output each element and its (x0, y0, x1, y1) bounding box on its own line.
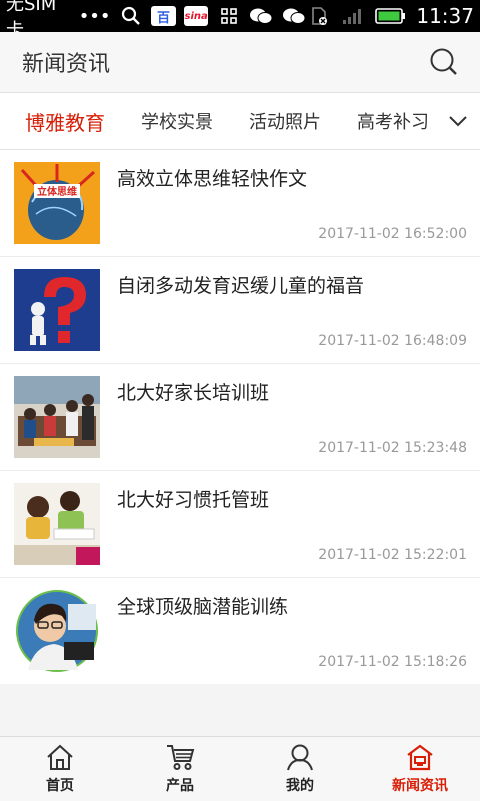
nav-products-label: 产品 (166, 778, 194, 794)
news-list: 立体思维 高效立体思维轻快作文 2017-11-02 16:52:00 自闭多动… (0, 150, 480, 684)
news-thumbnail (14, 269, 100, 351)
news-date: 2017-11-02 15:22:01 (318, 547, 467, 563)
search-button[interactable] (428, 46, 460, 78)
sina-app-icon: sina (183, 6, 209, 26)
nav-mine[interactable]: 我的 (240, 737, 360, 801)
nav-home-label: 首页 (46, 778, 74, 794)
news-title: 全球顶级脑潜能训练 (117, 596, 289, 618)
news-date: 2017-11-02 15:18:26 (318, 654, 467, 670)
nav-home[interactable]: 首页 (0, 737, 120, 801)
news-title: 北大好习惯托管班 (117, 489, 270, 511)
news-thumbnail: 立体思维 (14, 162, 100, 244)
news-item[interactable]: 全球顶级脑潜能训练 2017-11-02 15:18:26 (0, 578, 480, 684)
news-title: 自闭多动发育迟缓儿童的福音 (117, 275, 365, 297)
clock-label: 11:37 (416, 4, 474, 28)
baidu-app-icon: 百 (151, 6, 176, 26)
news-date: 2017-11-02 16:52:00 (318, 226, 467, 242)
page-title: 新闻资讯 (22, 52, 111, 77)
news-thumbnail (14, 483, 100, 565)
news-item[interactable]: 北大好家长培训班 2017-11-02 15:23:48 (0, 364, 480, 471)
chevron-down-icon (449, 116, 467, 127)
wechat-icon (282, 6, 307, 26)
search-notification-icon (119, 6, 144, 26)
category-tabs: 博雅教育 学校实景 活动照片 高考补习 (0, 93, 480, 150)
wechat-icon (249, 6, 274, 26)
news-item[interactable]: 自闭多动发育迟缓儿童的福音 2017-11-02 16:48:09 (0, 257, 480, 364)
cart-icon (167, 745, 195, 770)
notification-dots: ••• (78, 5, 111, 27)
nav-news[interactable]: 新闻资讯 (360, 737, 480, 801)
battery-icon (374, 6, 408, 26)
news-item[interactable]: 立体思维 高效立体思维轻快作文 2017-11-02 16:52:00 (0, 150, 480, 257)
home-icon (47, 744, 73, 770)
news-thumbnail (14, 590, 100, 672)
news-date: 2017-11-02 15:23:48 (318, 440, 467, 456)
nav-products[interactable]: 产品 (120, 737, 240, 801)
nav-mine-label: 我的 (286, 778, 314, 794)
news-title: 北大好家长培训班 (117, 382, 270, 404)
app-bar: 新闻资讯 (0, 32, 480, 93)
news-thumbnail (14, 376, 100, 458)
tab-campus-photos[interactable]: 学校实景 (141, 108, 213, 134)
news-title: 高效立体思维轻快作文 (117, 168, 308, 190)
tab-gaokao-tutoring[interactable]: 高考补习 (357, 108, 429, 134)
tab-activity-photos[interactable]: 活动照片 (249, 108, 321, 134)
nav-news-label: 新闻资讯 (392, 778, 448, 794)
news-date: 2017-11-02 16:48:09 (318, 333, 467, 349)
status-bar: 无SIM卡 ••• 百 sina 11:37 (0, 0, 480, 41)
news-house-icon (407, 744, 433, 771)
bottom-nav: 首页 产品 我的 新闻资讯 (0, 736, 480, 801)
tabs-expand-button[interactable] (446, 109, 470, 133)
no-sim-icon (306, 6, 332, 26)
news-item[interactable]: 北大好习惯托管班 2017-11-02 15:22:01 (0, 471, 480, 578)
grid-app-icon (216, 6, 241, 26)
user-icon (287, 744, 313, 771)
signal-icon (340, 6, 366, 26)
tab-boya-education[interactable]: 博雅教育 (25, 107, 105, 136)
thumbnail-caption: 立体思维 (37, 185, 77, 198)
search-icon (430, 48, 457, 75)
